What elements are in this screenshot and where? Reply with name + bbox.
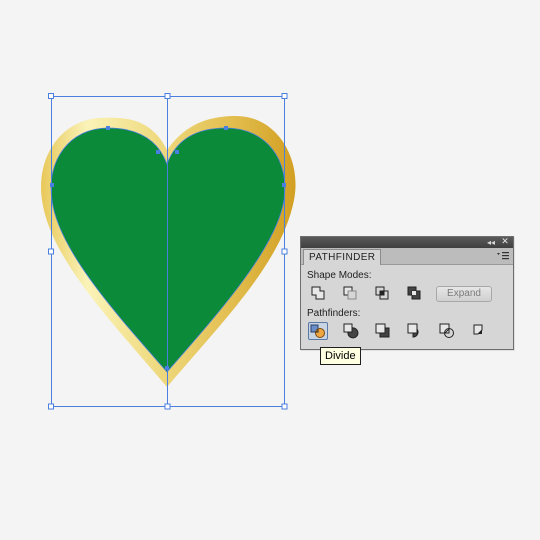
- panel-tab-row: PATHFINDER: [301, 248, 513, 265]
- crop-button[interactable]: [405, 322, 425, 340]
- minus-front-icon: [343, 286, 357, 300]
- divide-icon: [310, 324, 325, 338]
- merge-icon: [375, 323, 390, 338]
- unite-button[interactable]: [309, 284, 329, 302]
- outline-button[interactable]: [437, 322, 457, 340]
- exclude-button[interactable]: [405, 284, 425, 302]
- minus-back-button[interactable]: [469, 322, 489, 340]
- exclude-icon: [407, 286, 421, 300]
- minus-front-button[interactable]: [341, 284, 361, 302]
- shape-modes-label: Shape Modes:: [307, 270, 372, 281]
- merge-button[interactable]: [373, 322, 393, 340]
- minus-back-icon: [473, 324, 483, 335]
- collapse-panel-icon[interactable]: ◂◂: [485, 237, 497, 248]
- unite-icon: [311, 286, 325, 300]
- intersect-button[interactable]: [373, 284, 393, 302]
- divide-tooltip: Divide: [320, 347, 361, 365]
- panel-titlebar[interactable]: ◂◂ ✕: [301, 237, 513, 248]
- pathfinder-panel: ◂◂ ✕ PATHFINDER Shape Modes: Expand Path…: [300, 236, 514, 350]
- tab-pathfinder[interactable]: PATHFINDER: [303, 249, 382, 265]
- artboard[interactable]: ◂◂ ✕ PATHFINDER Shape Modes: Expand Path…: [0, 0, 540, 540]
- trim-button[interactable]: [341, 322, 361, 340]
- expand-button[interactable]: Expand: [436, 286, 492, 302]
- outline-icon: [439, 323, 454, 338]
- intersect-icon: [375, 286, 389, 300]
- close-panel-icon[interactable]: ✕: [500, 237, 510, 248]
- pathfinders-label: Pathfinders:: [307, 308, 361, 319]
- crop-icon: [407, 323, 419, 338]
- divide-button[interactable]: [308, 322, 328, 340]
- trim-icon: [343, 323, 359, 339]
- panel-menu-icon[interactable]: [496, 250, 510, 262]
